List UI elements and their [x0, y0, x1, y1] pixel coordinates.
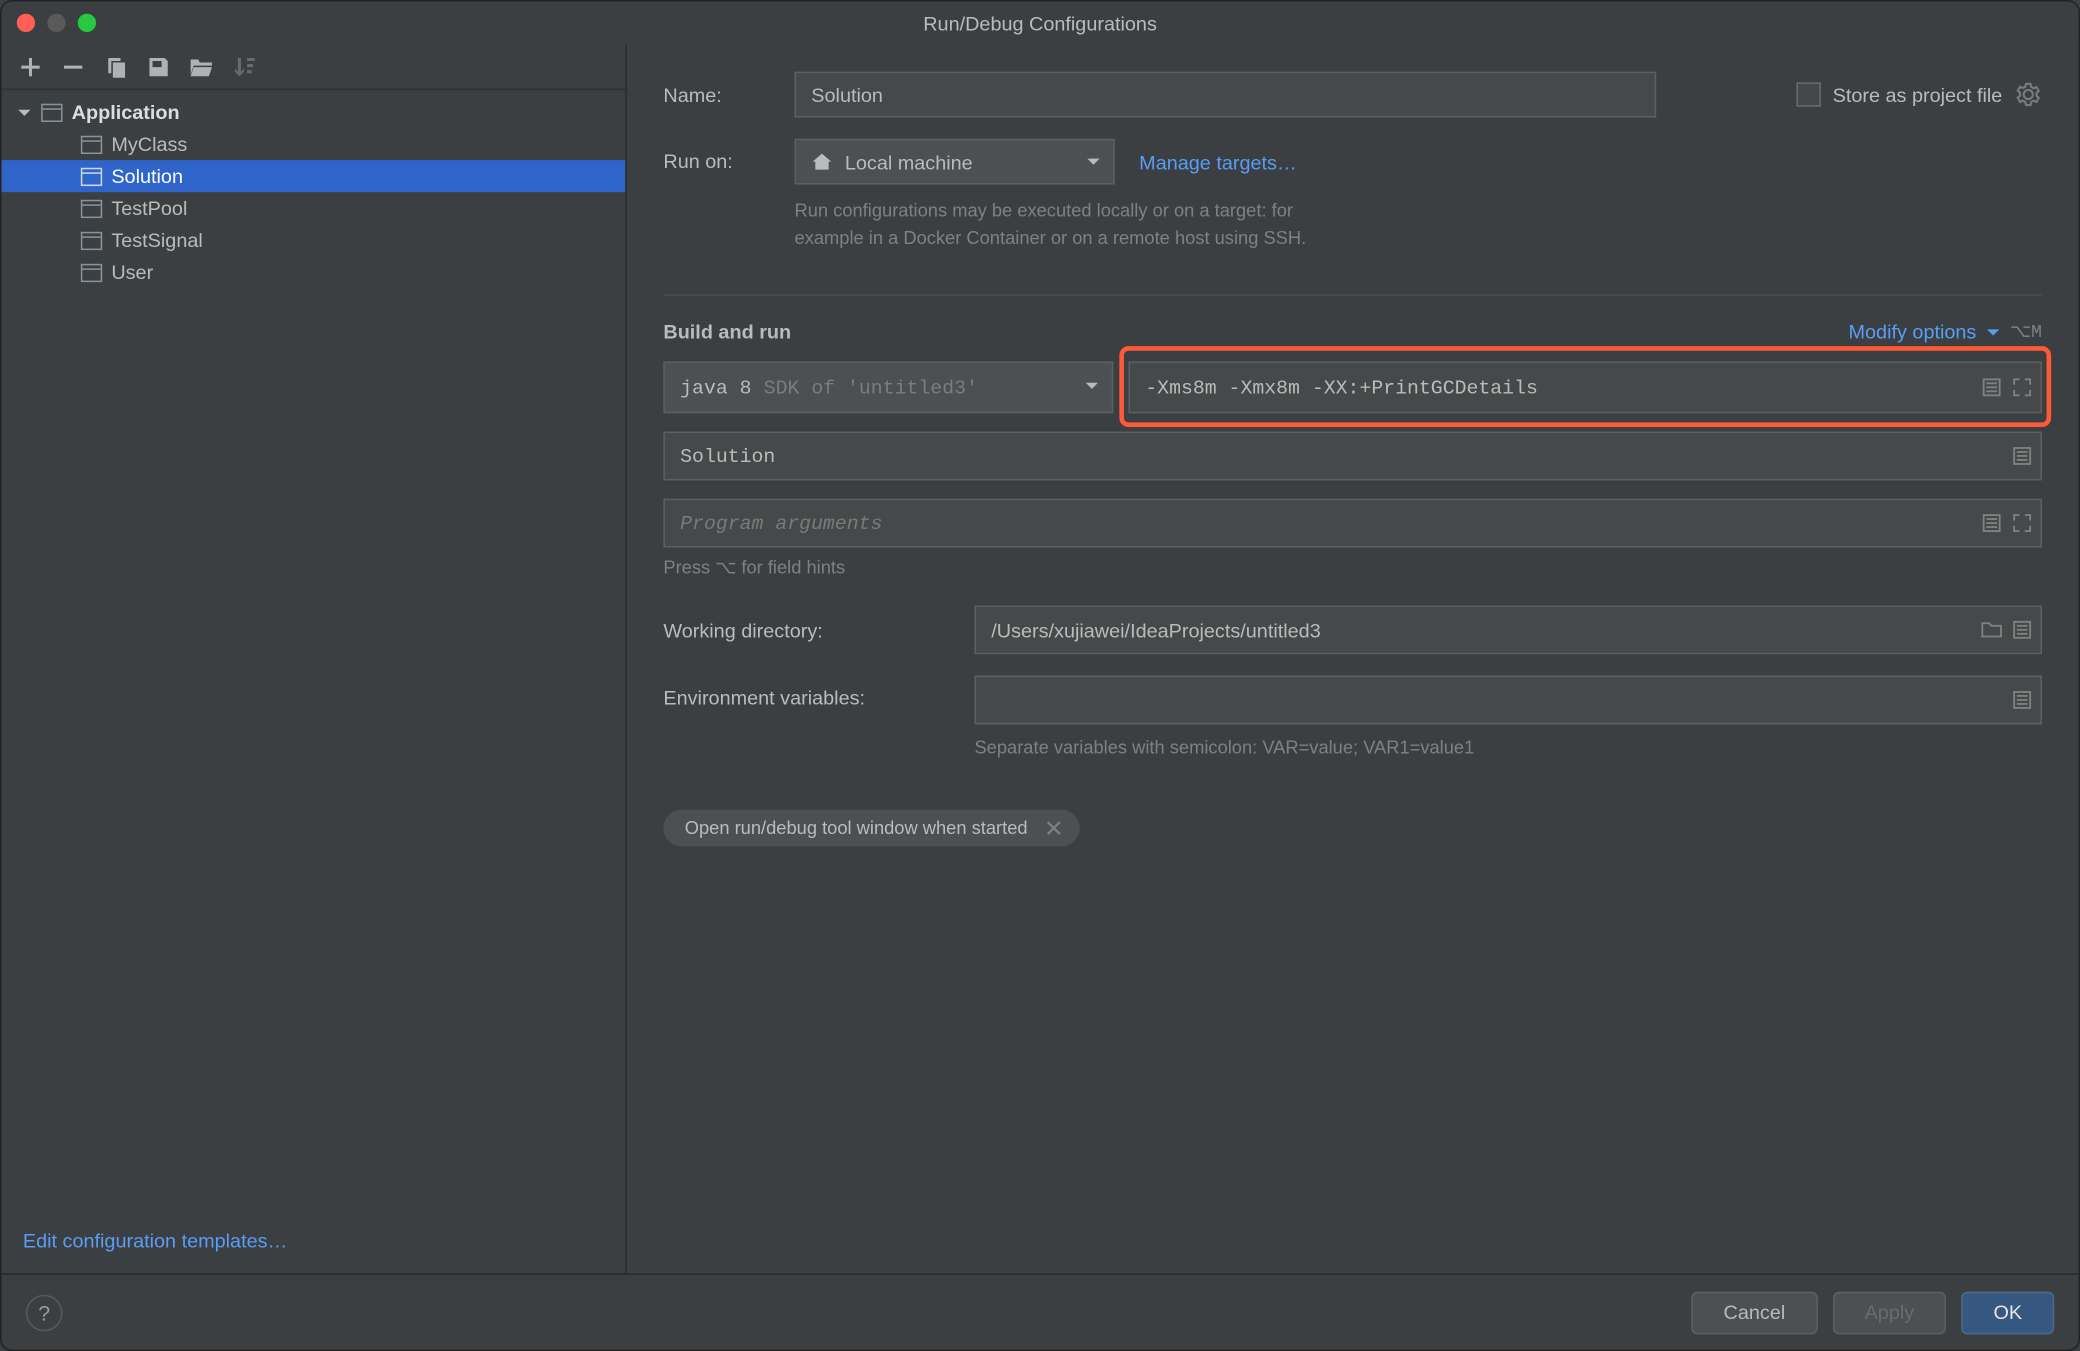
sort-icon[interactable]: [230, 53, 257, 80]
bottom-bar: ? Cancel Apply OK: [2, 1273, 2079, 1349]
ok-button[interactable]: OK: [1961, 1291, 2054, 1334]
tree-item-solution[interactable]: Solution: [2, 160, 626, 192]
tool-window-chip: Open run/debug tool window when started: [663, 810, 1079, 847]
tree-category-application[interactable]: Application: [2, 96, 626, 128]
cancel-button[interactable]: Cancel: [1692, 1291, 1818, 1334]
content-pane: Name: Store as project file Run on: Loca…: [627, 44, 2079, 1273]
tree-item-label: TestPool: [111, 197, 187, 220]
run-on-label: Run on:: [663, 139, 773, 185]
jdk-value: java 8: [680, 376, 751, 399]
titlebar: Run/Debug Configurations: [2, 2, 2079, 45]
list-icon[interactable]: [2011, 689, 2032, 710]
application-icon: [81, 135, 102, 153]
tree-item-label: TestSignal: [111, 229, 202, 252]
tree-item-label: Solution: [111, 165, 183, 188]
apply-button: Apply: [1833, 1291, 1947, 1334]
application-icon: [81, 231, 102, 249]
save-icon[interactable]: [145, 53, 172, 80]
tree-item-myclass[interactable]: MyClass: [2, 128, 626, 160]
tree-item-testsignal[interactable]: TestSignal: [2, 224, 626, 256]
add-icon[interactable]: [17, 53, 44, 80]
jdk-select[interactable]: java 8 SDK of 'untitled3': [663, 361, 1113, 413]
close-icon[interactable]: [1043, 817, 1064, 838]
field-hints-text: Press ⌥ for field hints: [663, 557, 2042, 578]
application-icon: [81, 167, 102, 185]
folder-icon[interactable]: [1981, 619, 2002, 640]
name-label: Name:: [663, 83, 773, 106]
chevron-down-icon: [1986, 324, 2001, 339]
configuration-tree: Application MyClass Solution TestPool Te…: [2, 90, 626, 1214]
expand-icon[interactable]: [2011, 377, 2032, 398]
tree-item-label: MyClass: [111, 133, 187, 156]
vm-options-input[interactable]: [1129, 361, 2042, 413]
application-icon: [81, 199, 102, 217]
list-icon[interactable]: [1981, 512, 2002, 533]
list-icon[interactable]: [1981, 377, 2002, 398]
run-on-help: Run configurations may be executed local…: [795, 197, 1307, 252]
help-button[interactable]: ?: [26, 1294, 63, 1331]
working-dir-input[interactable]: [974, 605, 2042, 654]
env-label: Environment variables:: [663, 676, 953, 722]
application-icon: [41, 103, 62, 121]
main-class-input[interactable]: [663, 432, 2042, 481]
run-target-select[interactable]: Local machine: [795, 139, 1115, 185]
close-window-button[interactable]: [17, 14, 35, 32]
program-arguments-input[interactable]: [663, 499, 2042, 548]
tree-item-testpool[interactable]: TestPool: [2, 192, 626, 224]
run-target-value: Local machine: [845, 150, 973, 173]
sidebar: Application MyClass Solution TestPool Te…: [2, 44, 627, 1273]
chevron-down-icon: [1084, 376, 1099, 399]
jdk-hint: SDK of 'untitled3': [764, 376, 978, 399]
store-as-file-label: Store as project file: [1833, 83, 2003, 106]
maximize-window-button[interactable]: [78, 14, 96, 32]
tree-item-label: User: [111, 261, 153, 284]
modify-options-shortcut: ⌥M: [2010, 320, 2042, 343]
list-icon[interactable]: [2011, 619, 2032, 640]
folder-open-icon[interactable]: [188, 53, 215, 80]
minimize-window-button: [47, 14, 65, 32]
build-run-title: Build and run: [663, 320, 791, 343]
modify-options-link[interactable]: Modify options ⌥M: [1849, 320, 2042, 343]
env-help-text: Separate variables with semicolon: VAR=v…: [974, 734, 2042, 761]
working-dir-label: Working directory:: [663, 618, 953, 641]
home-icon: [811, 151, 832, 172]
store-as-file-checkbox[interactable]: [1796, 82, 1820, 106]
copy-icon[interactable]: [102, 53, 129, 80]
env-variables-input[interactable]: [974, 676, 2042, 725]
window-title: Run/Debug Configurations: [923, 11, 1157, 34]
expand-icon[interactable]: [2011, 512, 2032, 533]
edit-templates-link[interactable]: Edit configuration templates…: [23, 1229, 287, 1252]
tree-item-user[interactable]: User: [2, 256, 626, 288]
gear-icon[interactable]: [2015, 81, 2042, 108]
manage-targets-link[interactable]: Manage targets…: [1139, 150, 1297, 173]
chevron-down-icon: [1086, 150, 1101, 173]
application-icon: [81, 263, 102, 281]
chip-label: Open run/debug tool window when started: [685, 817, 1028, 838]
name-input[interactable]: [795, 72, 1657, 118]
remove-icon[interactable]: [59, 53, 86, 80]
list-icon[interactable]: [2011, 445, 2032, 466]
tree-category-label: Application: [72, 101, 180, 124]
sidebar-toolbar: [2, 44, 626, 90]
chevron-down-icon: [17, 104, 32, 119]
